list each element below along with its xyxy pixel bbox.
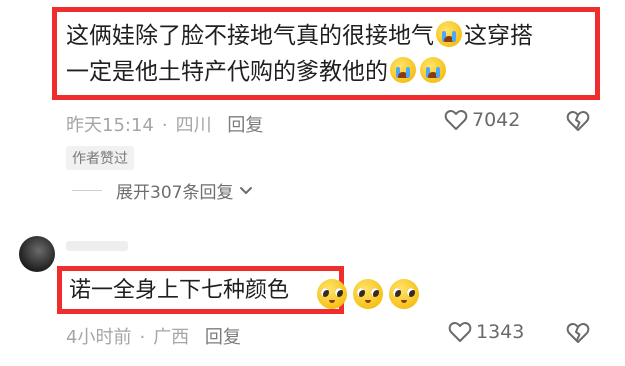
heart-icon [448, 322, 472, 342]
meta-separator: · [161, 115, 168, 136]
comment-1-line-1: 这俩娃除了脸不接地气真的很接地气 这穿搭 [66, 18, 596, 54]
comment-1-location: 四川 [175, 115, 212, 136]
heart-icon [444, 110, 468, 130]
comment-thread: 这俩娃除了脸不接地气真的很接地气 这穿搭 一定是他土特产代购的爹教他的 昨天15:… [0, 0, 625, 366]
comment-2-emojis [314, 279, 422, 309]
pleading-face-icon [317, 279, 347, 309]
meta-separator: · [139, 327, 146, 348]
comment-2-location: 广西 [153, 327, 190, 348]
chevron-down-icon [240, 186, 253, 194]
comment-1-time: 昨天15:14 [66, 115, 154, 136]
comment-2-like-button[interactable]: 1343 [448, 321, 524, 343]
username-redacted [66, 241, 128, 251]
comment-1-like-button[interactable]: 7042 [444, 109, 520, 131]
comment-1-line-2-text: 一定是他土特产代购的爹教他的 [66, 59, 388, 85]
comment-1-meta: 昨天15:14 · 四川 回复 [66, 111, 263, 137]
expand-replies-button[interactable]: 展开307条回复 [72, 178, 253, 203]
comment-1-line-2: 一定是他土特产代购的爹教他的 [66, 54, 596, 90]
broken-heart-icon[interactable] [566, 110, 590, 132]
author-liked-badge: 作者赞过 [66, 146, 134, 170]
comment-1-line-1-tail: 这穿搭 [464, 23, 533, 49]
comment-2-text: 诺一全身上下七种颜色 [69, 278, 290, 303]
comment-2-like-count: 1343 [476, 321, 525, 343]
comment-1-line-1-text: 这俩娃除了脸不接地气真的很接地气 [66, 23, 434, 49]
crying-face-icon [390, 57, 416, 83]
avatar[interactable] [19, 236, 55, 272]
crying-face-icon [436, 21, 462, 47]
pleading-face-icon [389, 279, 419, 309]
broken-heart-icon[interactable] [566, 322, 590, 344]
pleading-face-icon [353, 279, 383, 309]
expand-replies-label: 展开307条回复 [116, 183, 234, 203]
comment-2-reply-button[interactable]: 回复 [205, 327, 241, 348]
expand-divider [72, 190, 102, 191]
comment-2-meta: 4小时前 · 广西 回复 [66, 323, 241, 349]
comment-2-time: 4小时前 [66, 327, 132, 348]
comment-1-text: 这俩娃除了脸不接地气真的很接地气 这穿搭 一定是他土特产代购的爹教他的 [66, 18, 596, 90]
comment-1-reply-button[interactable]: 回复 [227, 115, 263, 136]
comment-1-like-count: 7042 [472, 109, 521, 131]
crying-face-icon [420, 57, 446, 83]
